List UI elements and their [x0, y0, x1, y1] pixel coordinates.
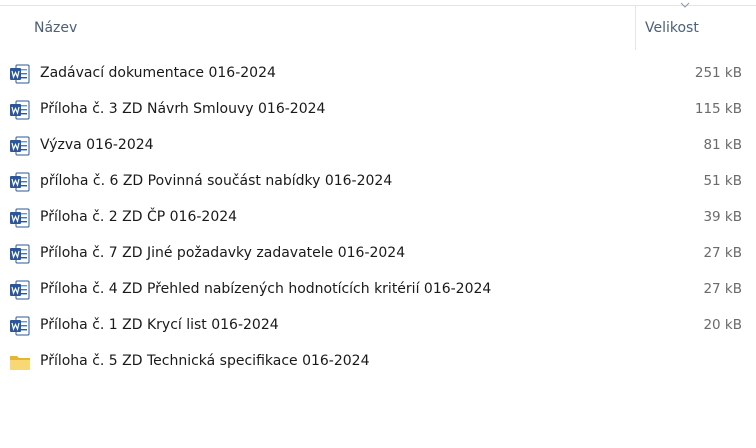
- word-document-icon: [10, 244, 30, 264]
- column-header-name[interactable]: Název: [34, 20, 77, 36]
- file-name: Příloha č. 7 ZD Jiné požadavky zadavatel…: [40, 245, 406, 261]
- file-name: Zadávací dokumentace 016-2024: [40, 65, 276, 81]
- file-row[interactable]: Výzva 016-2024 81 kB: [0, 128, 756, 164]
- word-document-icon: [10, 280, 30, 300]
- file-size: 27 kB: [703, 281, 742, 297]
- file-size: 39 kB: [703, 209, 742, 225]
- file-size: 115 kB: [694, 101, 742, 117]
- file-name: Výzva 016-2024: [40, 137, 154, 153]
- column-header-size[interactable]: Velikost: [645, 20, 699, 36]
- word-document-icon: [10, 136, 30, 156]
- folder-row[interactable]: Příloha č. 5 ZD Technická specifikace 01…: [0, 344, 756, 380]
- file-name: Příloha č. 2 ZD ČP 016-2024: [40, 209, 238, 225]
- file-size: 81 kB: [703, 137, 742, 153]
- file-size: 251 kB: [694, 65, 742, 81]
- folder-name: Příloha č. 5 ZD Technická specifikace 01…: [40, 353, 370, 369]
- word-document-icon: [10, 100, 30, 120]
- file-row[interactable]: Příloha č. 4 ZD Přehled nabízených hodno…: [0, 272, 756, 308]
- file-row[interactable]: Zadávací dokumentace 016-2024 251 kB: [0, 56, 756, 92]
- file-row[interactable]: Příloha č. 7 ZD Jiné požadavky zadavatel…: [0, 236, 756, 272]
- file-name: Příloha č. 3 ZD Návrh Smlouvy 016-2024: [40, 101, 326, 117]
- file-row[interactable]: příloha č. 6 ZD Povinná součást nabídky …: [0, 164, 756, 200]
- file-row[interactable]: Příloha č. 3 ZD Návrh Smlouvy 016-2024 1…: [0, 92, 756, 128]
- word-document-icon: [10, 172, 30, 192]
- file-size: 51 kB: [703, 173, 742, 189]
- sort-descending-icon: [680, 2, 690, 8]
- word-document-icon: [10, 64, 30, 84]
- header-top-border: [0, 5, 756, 6]
- file-size: 27 kB: [703, 245, 742, 261]
- folder-icon: [10, 356, 30, 370]
- word-document-icon: [10, 316, 30, 336]
- file-name: Příloha č. 1 ZD Krycí list 016-2024: [40, 317, 279, 333]
- column-divider[interactable]: [635, 6, 636, 50]
- file-row[interactable]: Příloha č. 1 ZD Krycí list 016-2024 20 k…: [0, 308, 756, 344]
- file-size: 20 kB: [703, 317, 742, 333]
- column-header-bar: Název Velikost: [0, 0, 756, 60]
- file-name: Příloha č. 4 ZD Přehled nabízených hodno…: [40, 281, 492, 297]
- file-name: příloha č. 6 ZD Povinná součást nabídky …: [40, 173, 393, 189]
- word-document-icon: [10, 208, 30, 228]
- file-row[interactable]: Příloha č. 2 ZD ČP 016-2024 39 kB: [0, 200, 756, 236]
